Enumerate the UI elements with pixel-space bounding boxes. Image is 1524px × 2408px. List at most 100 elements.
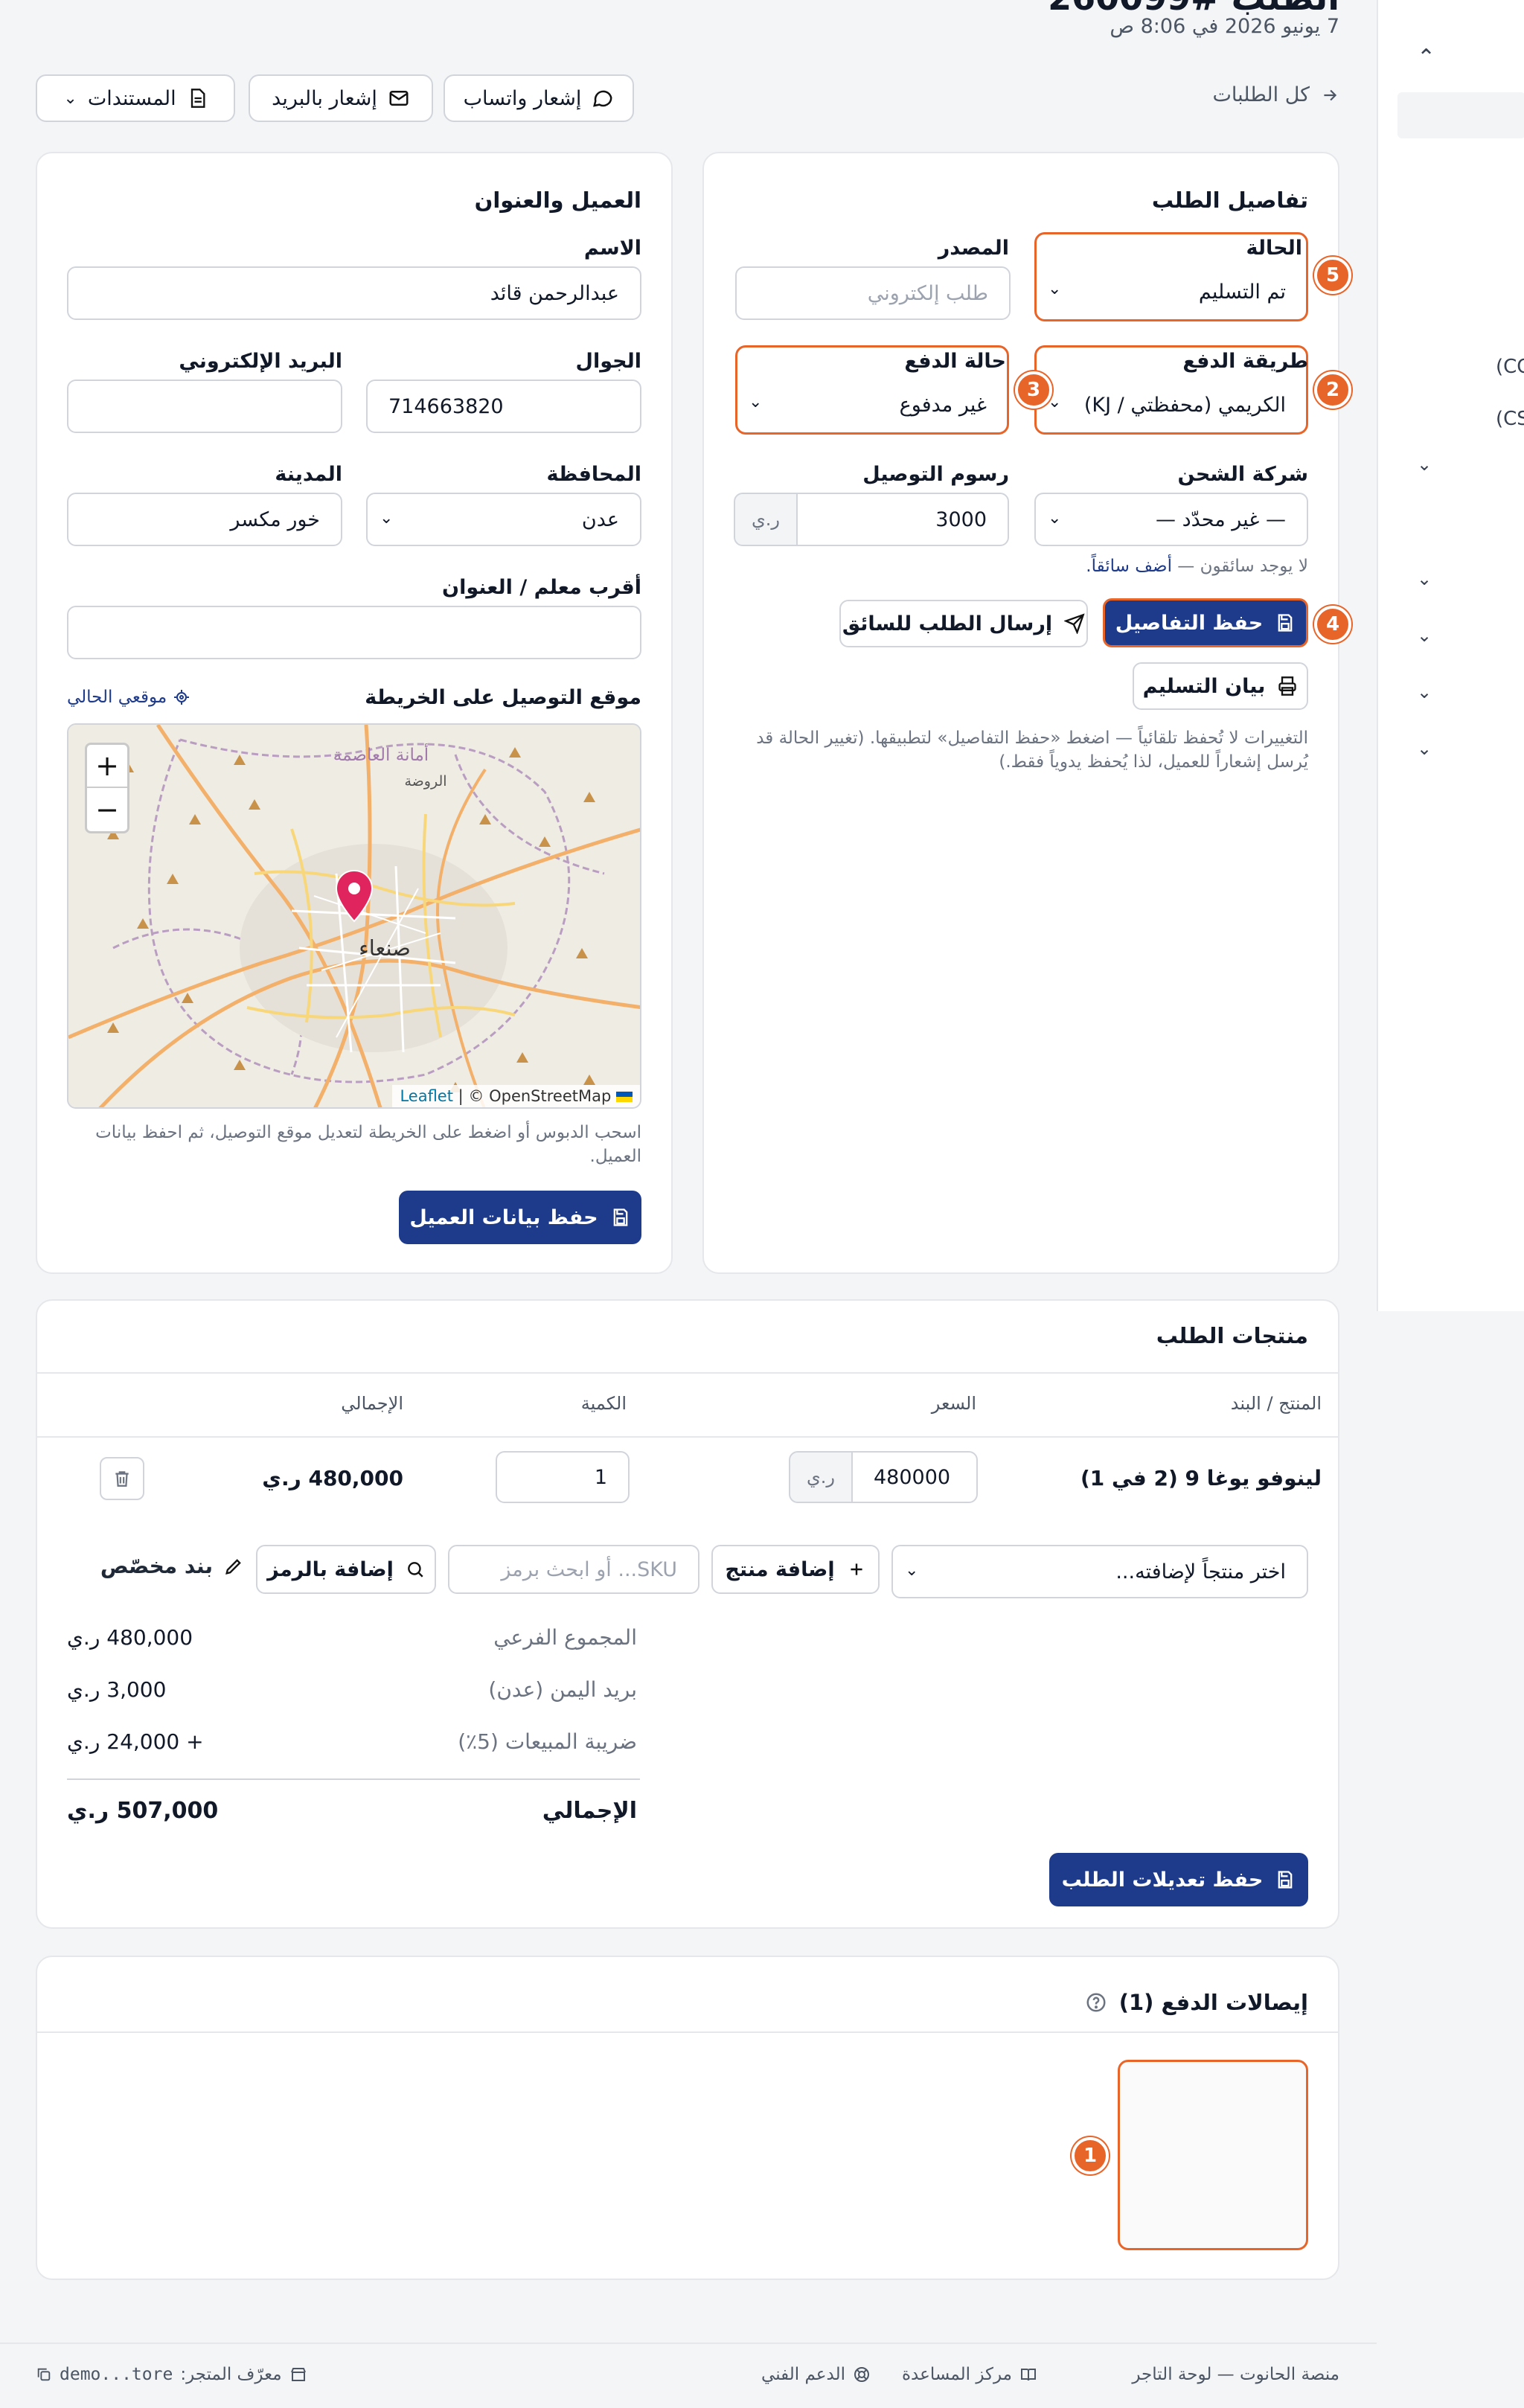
col-product-header: المنتج / البند bbox=[1230, 1393, 1322, 1414]
city-input[interactable]: خور مكسر bbox=[67, 493, 342, 546]
crosshair-icon bbox=[173, 688, 190, 706]
save-customer-label: حفظ بيانات العميل bbox=[409, 1205, 598, 1229]
status-select[interactable]: تم التسليم ⌄ bbox=[1036, 265, 1307, 318]
customer-card: العميل والعنوان الاسم عبدالرحمن قائد الج… bbox=[36, 152, 673, 1274]
email-input[interactable] bbox=[67, 380, 342, 433]
governorate-select[interactable]: عدن ⌄ bbox=[366, 493, 641, 546]
chevron-down-icon[interactable]: ⌄ bbox=[1417, 569, 1432, 589]
source-value: طلب إلكتروني bbox=[867, 281, 988, 305]
mail-icon bbox=[388, 87, 410, 109]
store-id-value: demo...tore bbox=[60, 2365, 173, 2384]
name-input[interactable]: عبدالرحمن قائد bbox=[67, 266, 641, 320]
footer-help-link[interactable]: مركز المساعدة bbox=[902, 2365, 1037, 2384]
payment-status-label: حالة الدفع bbox=[904, 350, 1006, 373]
payment-status-value: غير مدفوع bbox=[899, 393, 987, 417]
payment-method-select[interactable]: الكريمي (محفظتي / KJ) ⌄ bbox=[1036, 378, 1307, 432]
add-driver-link[interactable]: أضف سائقاً. bbox=[1086, 557, 1172, 576]
delivery-fee-input[interactable]: 3000 bbox=[796, 493, 1009, 546]
sku-input[interactable]: SKU... أو ابحث برمز bbox=[448, 1545, 699, 1594]
add-by-code-label: إضافة بالرمز bbox=[267, 1557, 394, 1581]
footer-support-link[interactable]: الدعم الفني bbox=[761, 2365, 871, 2384]
documents-dropdown-button[interactable]: المستندات ⌄ bbox=[36, 74, 235, 122]
currency-addon: ر.ي bbox=[789, 1451, 853, 1503]
tax-value: + 24,000 ر.ي bbox=[67, 1729, 204, 1754]
book-icon bbox=[1019, 2366, 1037, 2383]
shipping-company-select[interactable]: — غير محدّد — ⌄ bbox=[1034, 493, 1308, 546]
copy-icon[interactable] bbox=[36, 2366, 52, 2383]
send-to-driver-button[interactable]: إرسال الطلب للسائق bbox=[839, 600, 1088, 647]
whatsapp-notify-button[interactable]: إشعار واتساب bbox=[444, 74, 634, 122]
zoom-in-button[interactable]: + bbox=[87, 745, 127, 788]
products-title: منتجات الطلب bbox=[1156, 1323, 1308, 1348]
landmark-input[interactable] bbox=[67, 606, 641, 659]
delivery-note-button[interactable]: بيان التسليم bbox=[1133, 662, 1308, 710]
delivery-map[interactable]: أمانة العاصمة الروضة صنعاء + − Leaflet |… bbox=[67, 723, 641, 1109]
delete-row-button[interactable] bbox=[100, 1457, 144, 1500]
quantity-input[interactable]: 1 bbox=[496, 1451, 630, 1503]
status-label: الحالة bbox=[1246, 237, 1302, 260]
payment-method-value: الكريمي (محفظتي / KJ) bbox=[1083, 393, 1286, 417]
status-value: تم التسليم bbox=[1198, 280, 1286, 304]
chevron-down-icon: ⌄ bbox=[905, 1561, 919, 1580]
col-qty-header: الكمية bbox=[580, 1393, 627, 1414]
order-details-title: تفاصيل الطلب bbox=[1151, 188, 1308, 213]
chevron-up-icon[interactable]: ⌃ bbox=[1417, 45, 1435, 71]
whatsapp-notify-label: إشعار واتساب bbox=[463, 86, 582, 110]
add-by-code-button[interactable]: إضافة بالرمز bbox=[256, 1545, 436, 1594]
map-hint: اسحب الدبوس أو اضغط على الخريطة لتعديل م… bbox=[95, 1123, 641, 1166]
no-drivers-label: لا يوجد سائقون — bbox=[1177, 557, 1308, 576]
source-label: المصدر bbox=[938, 237, 1009, 260]
custom-item-label: بند مخصّص bbox=[100, 1554, 213, 1578]
map-district-label: أمانة العاصمة bbox=[333, 743, 429, 765]
chevron-down-icon: ⌄ bbox=[1048, 280, 1062, 298]
side-panel-highlight bbox=[1397, 92, 1524, 138]
save-order-edits-button[interactable]: حفظ تعديلات الطلب bbox=[1049, 1853, 1308, 1906]
chevron-down-icon[interactable]: ⌄ bbox=[1417, 682, 1432, 702]
annotation-badge: 3 bbox=[1015, 371, 1052, 409]
products-card: منتجات الطلب المنتج / البند السعر الكمية… bbox=[36, 1299, 1339, 1929]
payment-status-select[interactable]: غير مدفوع ⌄ bbox=[737, 378, 1008, 432]
store-id-label: معرّف المتجر: bbox=[180, 2365, 282, 2384]
price-input[interactable]: 480000 bbox=[851, 1451, 978, 1503]
email-notify-button[interactable]: إشعار بالبريد bbox=[249, 74, 433, 122]
annotation-badge: 5 bbox=[1314, 257, 1351, 294]
my-location-link[interactable]: موقعي الحالي bbox=[67, 688, 190, 707]
product-select[interactable]: اختر منتجاً لإضافته... ⌄ bbox=[891, 1545, 1308, 1598]
map-attribution: Leaflet | © OpenStreetMap bbox=[392, 1085, 640, 1107]
leaflet-link[interactable]: Leaflet bbox=[400, 1087, 453, 1105]
currency-label: ر.ي bbox=[752, 509, 781, 530]
help-label: مركز المساعدة bbox=[901, 2365, 1012, 2384]
zoom-out-button[interactable]: − bbox=[87, 788, 127, 831]
chevron-down-icon: ⌄ bbox=[1048, 509, 1062, 528]
lifebuoy-icon bbox=[853, 2366, 871, 2383]
chevron-down-icon[interactable]: ⌄ bbox=[1417, 454, 1432, 475]
back-to-orders-link[interactable]: كل الطلبات bbox=[1213, 83, 1340, 106]
arrow-right-icon bbox=[1320, 86, 1339, 105]
footer-divider bbox=[0, 2343, 1377, 2344]
support-label: الدعم الفني bbox=[761, 2365, 845, 2384]
osm-attribution: | © OpenStreetMap bbox=[458, 1087, 612, 1105]
send-icon bbox=[1064, 613, 1085, 634]
quantity-value: 1 bbox=[594, 1465, 607, 1489]
add-product-button[interactable]: إضافة منتج bbox=[711, 1545, 880, 1594]
email-label: البريد الإلكتروني bbox=[179, 350, 342, 373]
side-panel-text: (CO bbox=[1496, 356, 1524, 378]
city-value: خور مكسر bbox=[230, 507, 320, 531]
chevron-down-icon[interactable]: ⌄ bbox=[1417, 738, 1432, 759]
customer-title: العميل والعنوان bbox=[474, 188, 641, 213]
product-name: لينوفو يوغا 9 (2 في 1) bbox=[1080, 1466, 1322, 1490]
save-icon bbox=[1275, 612, 1296, 633]
phone-input[interactable]: 714663820 bbox=[366, 380, 641, 433]
shipping-company-value: — غير محدّد — bbox=[1156, 507, 1286, 531]
save-customer-button[interactable]: حفظ بيانات العميل bbox=[399, 1191, 641, 1244]
receipts-title-label: إيصالات الدفع (1) bbox=[1118, 1990, 1308, 2015]
custom-item-button[interactable]: بند مخصّص bbox=[100, 1554, 244, 1578]
save-details-button[interactable]: حفظ التفاصيل bbox=[1103, 598, 1308, 647]
payment-method-label: طريقة الدفع bbox=[1182, 350, 1308, 373]
documents-label: المستندات bbox=[87, 86, 176, 110]
trash-icon bbox=[112, 1469, 132, 1488]
chevron-down-icon[interactable]: ⌄ bbox=[1417, 625, 1432, 646]
help-icon[interactable] bbox=[1085, 1991, 1107, 2014]
currency-addon: ر.ي bbox=[734, 493, 798, 546]
receipt-thumbnail[interactable] bbox=[1118, 2060, 1308, 2250]
